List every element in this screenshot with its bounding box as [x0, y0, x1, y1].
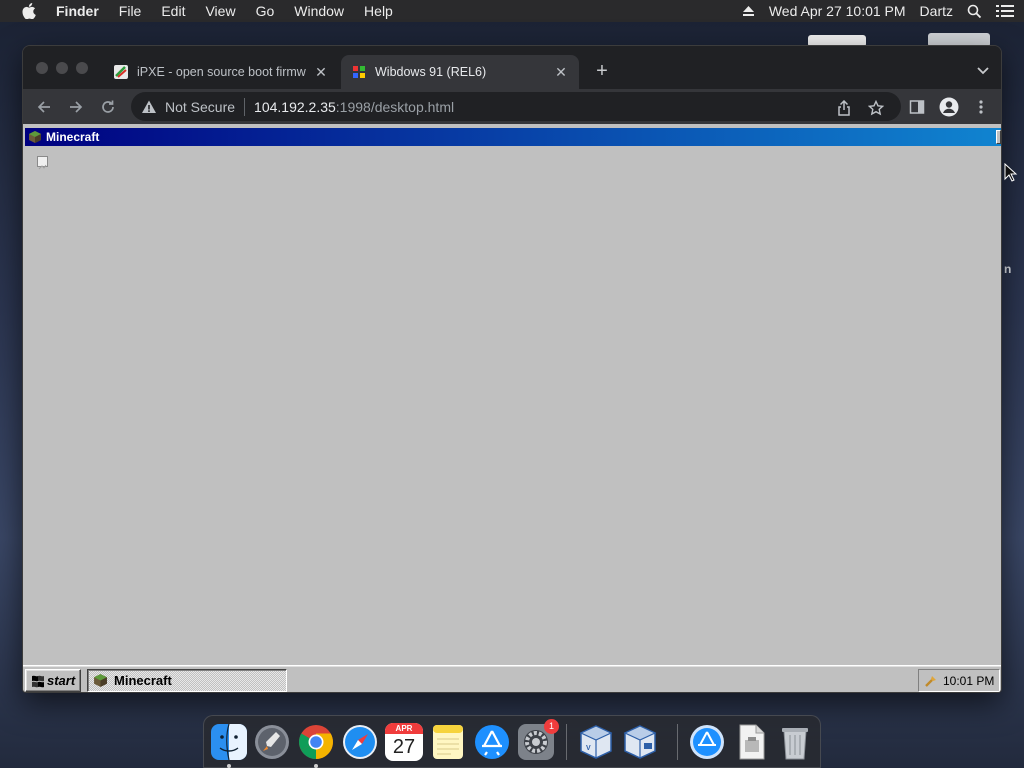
- window-close-button[interactable]: [36, 62, 48, 74]
- tab-search-icon[interactable]: [975, 62, 991, 78]
- address-bar[interactable]: Not Secure 104.192.2.35 :1998/desktop.ht…: [131, 92, 901, 121]
- menubar-user[interactable]: Dartz: [920, 3, 953, 19]
- virtualbox-icon[interactable]: V: [577, 723, 615, 761]
- menu-view[interactable]: View: [195, 0, 245, 22]
- app-store-icon[interactable]: [473, 723, 511, 761]
- not-secure-label[interactable]: Not Secure: [165, 99, 235, 115]
- minecraft-block-icon: [29, 131, 41, 143]
- tab-close-icon[interactable]: ✕: [313, 64, 329, 80]
- url-path: :1998/desktop.html: [335, 98, 455, 115]
- minecraft-window-titlebar[interactable]: Minecraft: [25, 128, 1001, 146]
- profile-avatar-icon[interactable]: [939, 97, 959, 117]
- menu-help[interactable]: Help: [354, 0, 403, 22]
- broken-image-icon: [37, 156, 48, 170]
- tray-clock[interactable]: 10:01 PM: [943, 674, 994, 688]
- launchpad-icon[interactable]: [253, 723, 291, 761]
- window-control-button[interactable]: [996, 130, 1001, 144]
- menu-bar: Finder File Edit View Go Window Help Wed…: [0, 0, 1024, 22]
- taskbar-minecraft-button[interactable]: Minecraft: [87, 669, 287, 692]
- calendar-month: APR: [385, 723, 423, 734]
- menu-file[interactable]: File: [109, 0, 152, 22]
- omnibox-divider: [244, 97, 246, 116]
- window-minimize-button[interactable]: [56, 62, 68, 74]
- window-title: Minecraft: [46, 130, 100, 144]
- task-label: Minecraft: [114, 673, 172, 688]
- forward-button[interactable]: [66, 97, 86, 117]
- chrome-running-indicator: [314, 764, 318, 768]
- start-button[interactable]: start: [25, 669, 81, 692]
- browser-window: iPXE - open source boot firmw ✕ Wibdows …: [22, 45, 1002, 693]
- menu-finder[interactable]: Finder: [40, 0, 109, 22]
- mouse-cursor-icon: [1004, 163, 1018, 182]
- menu-go[interactable]: Go: [246, 0, 285, 22]
- calendar-day: 27: [392, 736, 416, 758]
- desktop-icon-label: n: [1004, 262, 1012, 276]
- tab-title: iPXE - open source boot firmw: [137, 65, 306, 79]
- system-preferences-icon[interactable]: 1: [517, 719, 559, 761]
- dock-separator: [677, 724, 678, 760]
- new-tab-button[interactable]: +: [591, 60, 613, 82]
- calendar-icon[interactable]: APR 27: [385, 723, 423, 761]
- eject-icon[interactable]: [742, 5, 755, 17]
- trash-icon[interactable]: [776, 723, 814, 761]
- control-center-icon[interactable]: [996, 4, 1014, 18]
- warning-icon[interactable]: [141, 99, 157, 115]
- tab-wibdows[interactable]: Wibdows 91 (REL6) ✕: [341, 55, 579, 89]
- chrome-icon[interactable]: [297, 723, 335, 761]
- notes-icon[interactable]: [429, 723, 467, 761]
- start-label: start: [47, 673, 76, 688]
- apple-icon[interactable]: [18, 0, 40, 22]
- start-logo-icon: [32, 675, 44, 687]
- chrome-menu-icon[interactable]: [971, 97, 991, 117]
- url-host: 104.192.2.35: [254, 98, 336, 115]
- windows-favicon-icon: [353, 66, 365, 78]
- menu-edit[interactable]: Edit: [151, 0, 195, 22]
- menubar-clock[interactable]: Wed Apr 27 10:01 PM: [769, 3, 906, 19]
- dock: APR 27 1 V: [203, 715, 821, 768]
- virtualbox-vm-icon[interactable]: [621, 723, 659, 761]
- spotlight-icon[interactable]: [967, 4, 982, 19]
- tab-close-icon[interactable]: ✕: [553, 64, 569, 80]
- back-button[interactable]: [34, 97, 54, 117]
- win-taskbar: start Minecraft 10:01 PM: [23, 665, 1001, 692]
- settings-badge: 1: [544, 719, 559, 734]
- tab-title: Wibdows 91 (REL6): [375, 65, 487, 79]
- document-icon[interactable]: [732, 723, 770, 761]
- system-tray: 10:01 PM: [918, 669, 1000, 692]
- share-icon[interactable]: [835, 99, 853, 117]
- ipxe-favicon-icon: [114, 65, 128, 79]
- minecraft-block-icon: [94, 674, 107, 687]
- menu-window[interactable]: Window: [284, 0, 354, 22]
- window-zoom-button[interactable]: [76, 62, 88, 74]
- volume-tray-icon[interactable]: [924, 674, 938, 688]
- reload-button[interactable]: [98, 97, 118, 117]
- browser-toolbar: Not Secure 104.192.2.35 :1998/desktop.ht…: [23, 89, 1001, 124]
- finder-icon[interactable]: [210, 723, 248, 761]
- tab-ipxe[interactable]: iPXE - open source boot firmw ✕: [103, 55, 339, 89]
- tab-strip: iPXE - open source boot firmw ✕ Wibdows …: [23, 46, 1001, 89]
- safari-icon[interactable]: [341, 723, 379, 761]
- svg-text:V: V: [586, 745, 591, 752]
- finder-running-indicator: [227, 764, 231, 768]
- web-content[interactable]: Minecraft start Minecraft 10:01 PM: [23, 124, 1001, 692]
- side-panel-icon[interactable]: [907, 97, 927, 117]
- bookmark-star-icon[interactable]: [867, 99, 885, 117]
- app-store-downloads-icon[interactable]: [688, 723, 726, 761]
- dock-separator: [566, 724, 567, 760]
